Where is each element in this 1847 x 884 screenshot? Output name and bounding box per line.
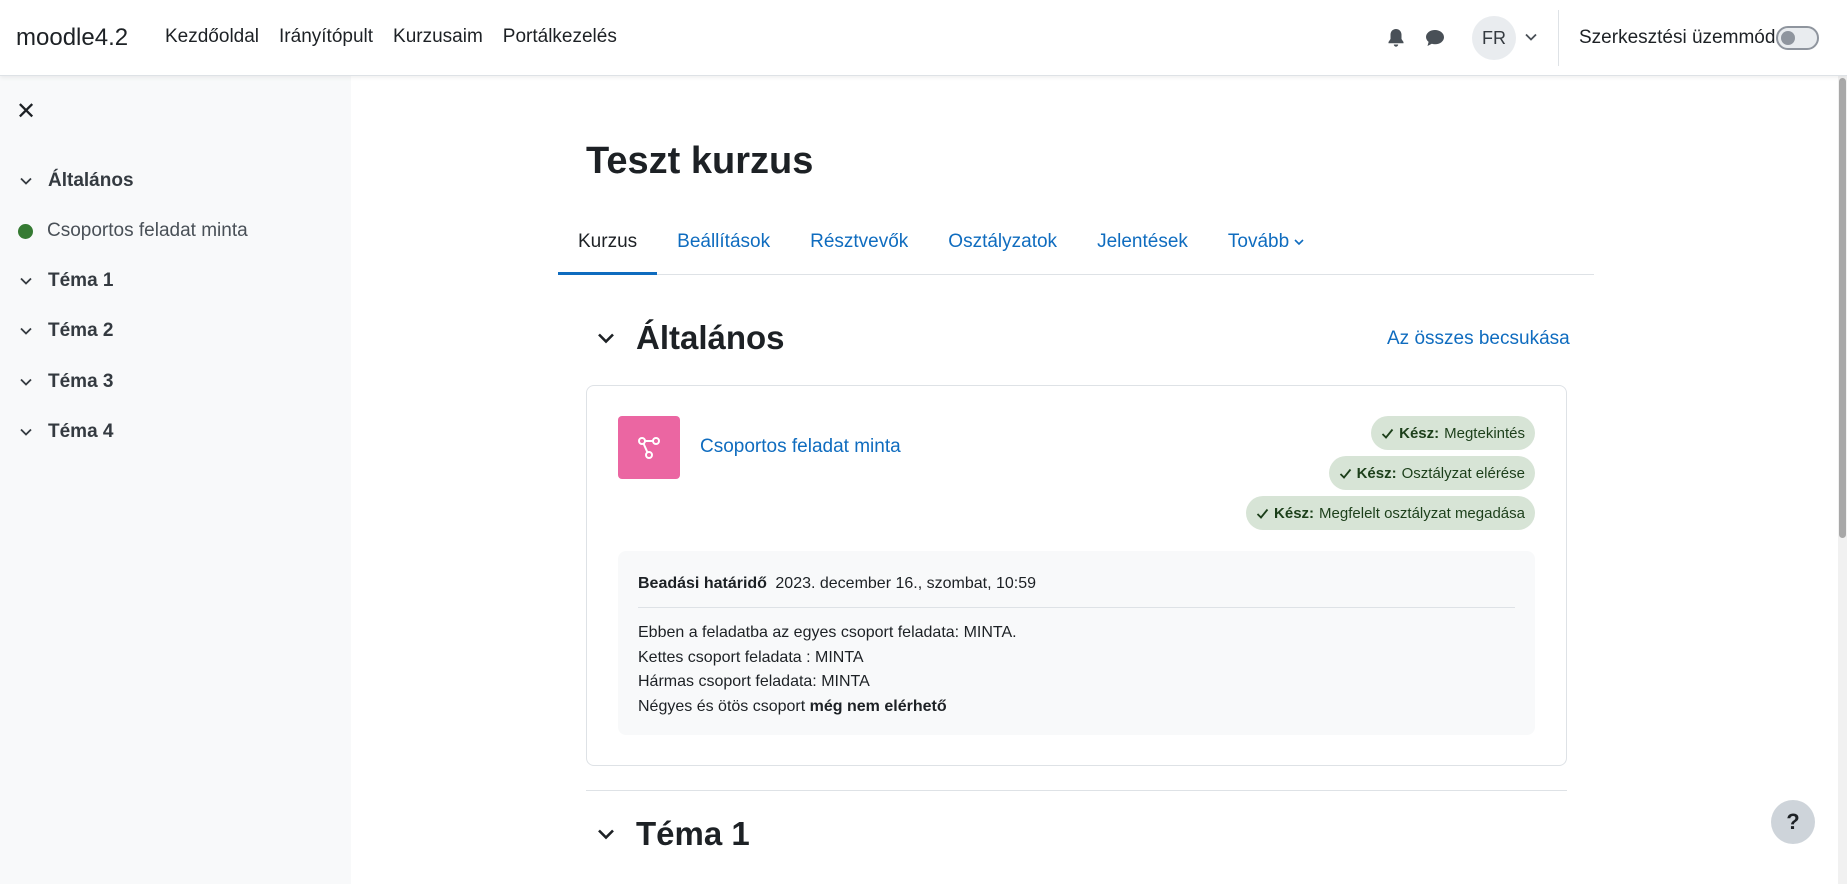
page-scrollbar[interactable]: [1838, 76, 1847, 884]
description-line-prefix: Négyes és ötös csoport: [638, 697, 806, 715]
tab-participants[interactable]: Résztvevők: [790, 214, 928, 275]
section-title: Téma 1: [636, 815, 750, 852]
description-line: Hármas csoport feladata: MINTA: [638, 673, 870, 690]
completion-badge: Kész: Megfelelt osztályzat megadása: [1246, 496, 1535, 530]
chevron-down-icon[interactable]: [18, 374, 34, 390]
tab-more[interactable]: Tovább: [1208, 214, 1325, 275]
course-tabs: Kurzus Beállítások Résztvevők Osztályzat…: [558, 214, 1594, 275]
description-line: Kettes csoport feladata : MINTA: [638, 648, 864, 666]
nav-link-home[interactable]: Kezdőoldal: [165, 26, 259, 48]
edit-mode-label: Szerkesztési üzemmód: [1579, 27, 1776, 48]
drawer-item-label: Téma 4: [48, 421, 114, 442]
drawer-section-topic-2[interactable]: Téma 2: [18, 320, 113, 342]
navbar-divider: [1558, 10, 1559, 66]
activity-card: Csoportos feladat minta Kész: Megtekinté…: [586, 385, 1567, 766]
drawer-item-label: Téma 1: [48, 270, 114, 291]
chat-icon[interactable]: [1423, 26, 1447, 50]
primary-navigation: Kezdőoldal Irányítópult Kurzusaim Portál…: [165, 26, 617, 48]
drawer-section-topic-3[interactable]: Téma 3: [18, 371, 113, 393]
section-divider: [586, 790, 1567, 791]
close-icon[interactable]: ✕: [16, 100, 40, 124]
tab-settings[interactable]: Beállítások: [657, 214, 790, 275]
drawer-item-label: Téma 2: [48, 320, 114, 341]
completion-status-dot: [18, 223, 33, 239]
toggle-knob: [1781, 31, 1795, 45]
chevron-down-icon[interactable]: [594, 822, 618, 846]
check-icon: [1339, 468, 1351, 479]
description-divider: [638, 607, 1515, 608]
tab-course[interactable]: Kurzus: [558, 214, 658, 275]
site-brand[interactable]: moodle4.2: [16, 24, 128, 52]
chevron-down-icon[interactable]: [594, 326, 618, 350]
due-date-label: Beadási határidő: [638, 575, 767, 592]
description-line-bold: még nem elérhető: [809, 697, 947, 715]
help-button[interactable]: ?: [1771, 800, 1815, 844]
chevron-down-icon: [1294, 239, 1304, 246]
badge-prefix: Kész:: [1356, 464, 1397, 482]
badge-text: Megtekintés: [1444, 424, 1525, 442]
due-date: Beadási határidő 2023. december 16., szo…: [638, 575, 1036, 593]
scrollbar-thumb[interactable]: [1839, 78, 1846, 538]
badge-text: Osztályzat elérése: [1401, 464, 1525, 482]
completion-badge: Kész: Megtekintés: [1371, 416, 1535, 450]
drawer-section-topic-4[interactable]: Téma 4: [18, 421, 113, 443]
completion-badges: Kész: Megtekintés Kész: Osztályzat eléré…: [1246, 416, 1535, 530]
drawer-item-label: Általános: [48, 170, 134, 191]
tab-reports[interactable]: Jelentések: [1077, 214, 1208, 275]
tab-more-label: Tovább: [1227, 231, 1290, 252]
top-navbar: moodle4.2 Kezdőoldal Irányítópult Kurzus…: [0, 0, 1847, 76]
drawer-section-general[interactable]: Általános: [18, 170, 134, 192]
activity-description-box: Beadási határidő 2023. december 16., szo…: [618, 551, 1535, 735]
drawer-item-label: Téma 3: [48, 371, 114, 392]
badge-prefix: Kész:: [1399, 424, 1440, 442]
badge-text: Megfelelt osztályzat megadása: [1319, 504, 1525, 522]
drawer-activity-group-assignment[interactable]: Csoportos feladat minta: [18, 220, 248, 242]
activity-description: Ebben a feladatba az egyes csoport felad…: [638, 621, 1017, 719]
page-title: Teszt kurzus: [586, 140, 814, 182]
check-icon: [1381, 428, 1394, 439]
description-line: Négyes és ötös csoport még nem elérhető: [638, 695, 1017, 720]
assignment-icon[interactable]: [618, 416, 680, 479]
chevron-down-icon[interactable]: [1524, 30, 1538, 44]
chevron-down-icon[interactable]: [18, 323, 34, 339]
completion-badge: Kész: Osztályzat elérése: [1328, 456, 1535, 490]
collapse-all-link[interactable]: Az összes becsukása: [1387, 328, 1570, 350]
edit-mode-toggle[interactable]: [1776, 26, 1819, 50]
user-avatar[interactable]: FR: [1472, 16, 1516, 60]
section-header-topic-1: Téma 1: [594, 815, 750, 853]
due-date-value: 2023. december 16., szombat, 10:59: [775, 575, 1036, 592]
chevron-down-icon[interactable]: [18, 173, 34, 189]
nav-link-site-admin[interactable]: Portálkezelés: [503, 26, 617, 48]
check-icon: [1256, 508, 1269, 519]
activity-link[interactable]: Csoportos feladat minta: [700, 436, 901, 458]
description-line: Ebben a feladatba az egyes csoport felad…: [638, 624, 1017, 641]
drawer-item-label: Csoportos feladat minta: [47, 220, 248, 241]
tab-grades[interactable]: Osztályzatok: [928, 214, 1077, 275]
course-index-drawer: ✕ Általános Csoportos feladat minta Téma…: [0, 76, 351, 884]
nav-link-dashboard[interactable]: Irányítópult: [279, 26, 373, 48]
drawer-section-topic-1[interactable]: Téma 1: [18, 270, 113, 292]
section-header-general: Általános: [594, 319, 785, 357]
chevron-down-icon[interactable]: [18, 424, 34, 440]
bell-icon[interactable]: [1384, 26, 1408, 50]
section-title: Általános: [636, 319, 785, 356]
nav-link-my-courses[interactable]: Kurzusaim: [393, 26, 483, 48]
badge-prefix: Kész:: [1274, 504, 1315, 522]
chevron-down-icon[interactable]: [18, 273, 34, 289]
